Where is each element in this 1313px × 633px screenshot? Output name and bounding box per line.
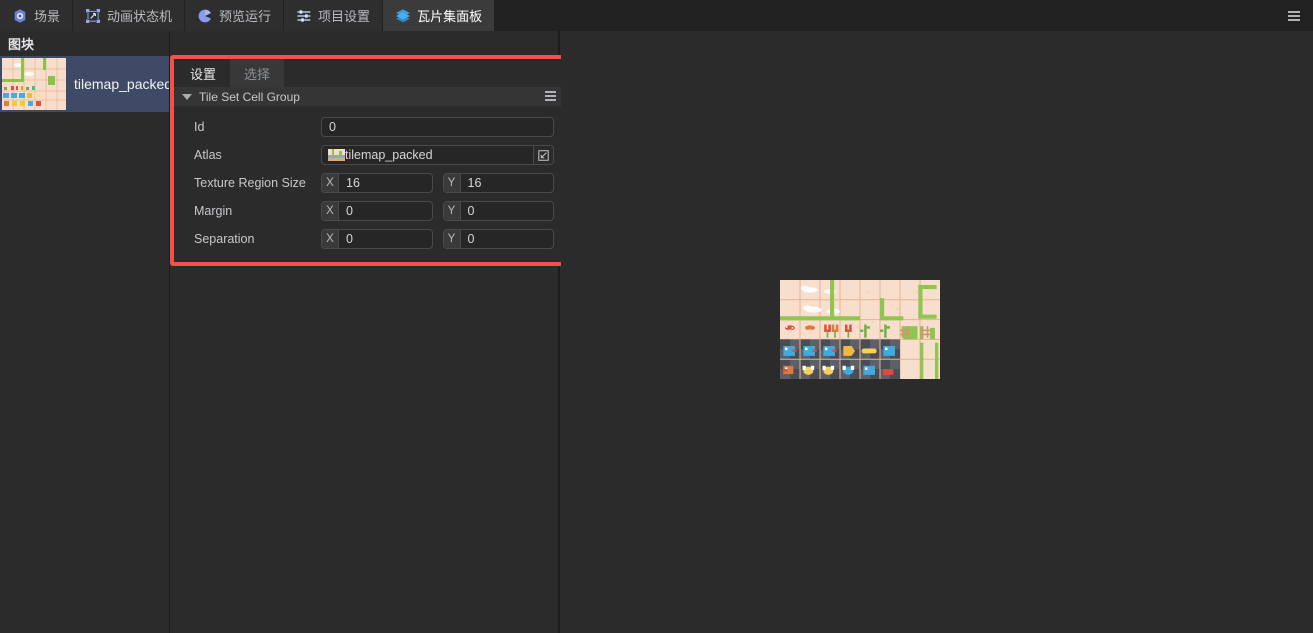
texture-region-size-y-input[interactable]: Y 16 bbox=[442, 173, 554, 193]
property-rows: Id 0 Atlas tilemap_packed Texture Region… bbox=[174, 106, 562, 253]
left-panel-title: 图块 bbox=[8, 37, 35, 52]
tileset-inspector: 设置 选择 Tile Set Cell Group Id 0 Atlas til… bbox=[170, 55, 566, 266]
property-row-separation: Separation X 0 Y 0 bbox=[174, 225, 562, 253]
group-menu-icon[interactable] bbox=[545, 90, 556, 103]
hamburger-icon bbox=[1288, 10, 1300, 21]
property-label-separation: Separation bbox=[194, 232, 255, 246]
list-item-label: tilemap_packed bbox=[74, 76, 169, 92]
property-row-id: Id 0 bbox=[174, 113, 562, 141]
tab-scene[interactable]: 场景 bbox=[0, 0, 74, 31]
axis-label-y: Y bbox=[443, 230, 461, 248]
open-in-new-icon[interactable] bbox=[533, 146, 553, 164]
tab-tileset-panel[interactable]: 瓦片集面板 bbox=[383, 0, 496, 31]
property-row-atlas: Atlas tilemap_packed bbox=[174, 141, 562, 169]
left-panel-header: 图块 bbox=[0, 31, 169, 56]
axis-label-y: Y bbox=[443, 174, 461, 192]
property-row-texture-region-size: Texture Region Size X 16 Y 16 bbox=[174, 169, 562, 197]
tab-select[interactable]: 选择 bbox=[230, 59, 285, 87]
property-label-texture-region-size: Texture Region Size bbox=[194, 176, 306, 190]
tab-tileset-panel-label: 瓦片集面板 bbox=[417, 9, 483, 24]
tileset-panel-icon bbox=[396, 8, 411, 22]
tab-animation-state-machine[interactable]: 动画状态机 bbox=[73, 0, 186, 31]
tab-select-label: 选择 bbox=[244, 66, 271, 82]
id-value: 0 bbox=[329, 120, 336, 134]
axis-label-x: X bbox=[322, 230, 339, 248]
tab-settings[interactable]: 设置 bbox=[176, 59, 231, 87]
list-item[interactable]: tilemap_packed bbox=[0, 56, 169, 112]
separation-y-value: 0 bbox=[467, 232, 475, 246]
property-group-title: Tile Set Cell Group bbox=[199, 89, 300, 104]
axis-label-y: Y bbox=[443, 202, 461, 220]
separation-y-input[interactable]: Y 0 bbox=[442, 229, 554, 249]
project-settings-icon bbox=[297, 9, 311, 22]
axis-label-x: X bbox=[322, 202, 339, 220]
tab-preview-run-label: 预览运行 bbox=[219, 9, 272, 24]
tab-project-settings-label: 项目设置 bbox=[318, 9, 371, 24]
texture-region-size-x-value: 16 bbox=[346, 176, 360, 190]
tab-settings-label: 设置 bbox=[190, 66, 217, 82]
separation-x-input[interactable]: X 0 bbox=[321, 229, 433, 249]
tile-list-panel: 图块 tilemap_packed bbox=[0, 31, 170, 633]
atlas-viewport[interactable] bbox=[561, 31, 1313, 633]
margin-x-input[interactable]: X 0 bbox=[321, 201, 433, 221]
margin-x-value: 0 bbox=[346, 204, 353, 218]
atlas-input[interactable]: tilemap_packed bbox=[321, 145, 554, 165]
texture-region-size-y-value: 16 bbox=[467, 176, 482, 190]
separation-x-value: 0 bbox=[346, 232, 353, 246]
margin-y-input[interactable]: Y 0 bbox=[442, 201, 554, 221]
property-row-margin: Margin X 0 Y 0 bbox=[174, 197, 562, 225]
scene-icon bbox=[14, 8, 26, 23]
chevron-down-icon[interactable] bbox=[182, 93, 192, 100]
window-menu-button[interactable] bbox=[1275, 0, 1313, 31]
tab-preview-run[interactable]: 预览运行 bbox=[185, 0, 285, 31]
property-label-id: Id bbox=[194, 120, 205, 134]
atlas-thumbnail bbox=[328, 149, 345, 161]
tab-project-settings[interactable]: 项目设置 bbox=[284, 0, 384, 31]
tilemap-thumbnail bbox=[2, 58, 66, 110]
atlas-value: tilemap_packed bbox=[345, 148, 433, 162]
tilemap_packed-atlas[interactable] bbox=[780, 280, 940, 379]
tile-list: tilemap_packed bbox=[0, 56, 169, 112]
property-label-atlas: Atlas bbox=[194, 148, 222, 162]
tab-animation-state-machine-label: 动画状态机 bbox=[107, 9, 173, 24]
axis-label-x: X bbox=[322, 174, 339, 192]
top-tab-bar: 场景 动画状态机 预览运行 项目设置 瓦片集面板 bbox=[0, 0, 1313, 31]
property-group-header[interactable]: Tile Set Cell Group bbox=[174, 87, 562, 106]
animation-state-machine-icon bbox=[86, 8, 101, 23]
margin-y-value: 0 bbox=[467, 204, 475, 218]
inspector-tab-bar: 设置 选择 bbox=[174, 59, 562, 87]
id-input[interactable]: 0 bbox=[321, 117, 554, 137]
preview-run-icon bbox=[198, 9, 211, 22]
tab-scene-label: 场景 bbox=[34, 9, 61, 24]
property-label-margin: Margin bbox=[194, 204, 233, 218]
texture-region-size-x-input[interactable]: X 16 bbox=[321, 173, 433, 193]
